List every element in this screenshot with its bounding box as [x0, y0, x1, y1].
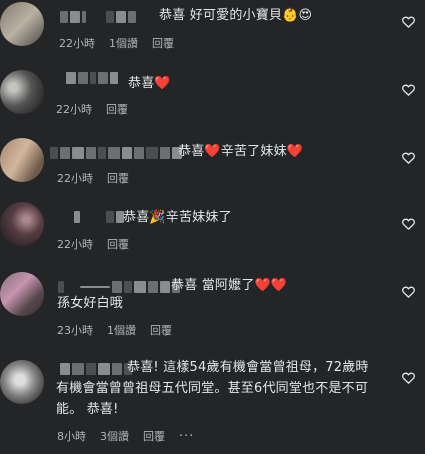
comment-text-line-2: 有機會當曾曾祖母五代同堂。甚至6代同堂也不是不可 — [56, 381, 369, 396]
comment-item: 恭喜❤️ 22小時 回覆 — [0, 64, 425, 128]
avatar[interactable] — [0, 2, 44, 46]
blurred-username[interactable] — [58, 280, 180, 294]
more-options-icon[interactable]: ··· — [179, 429, 194, 444]
comment-time: 22小時 — [56, 103, 92, 116]
comment-time: 22小時 — [59, 37, 95, 50]
blurred-username[interactable] — [66, 71, 118, 85]
comment-meta: 8小時 3個讚 回覆 ··· — [57, 428, 194, 444]
reply-link[interactable]: 回覆 — [107, 170, 129, 186]
like-count[interactable]: 1個讚 — [107, 322, 136, 338]
comment-meta: 22小時 回覆 — [56, 101, 128, 117]
avatar[interactable] — [0, 272, 44, 316]
reply-link[interactable]: 回覆 — [106, 101, 128, 117]
comment-time: 22小時 — [57, 172, 93, 185]
blurred-username[interactable] — [60, 10, 136, 24]
blurred-username[interactable] — [50, 146, 182, 160]
blurred-username[interactable] — [74, 210, 124, 224]
comment-item: 恭喜 好可愛的小寶貝👶😍 22小時 1個讚 回覆 — [0, 0, 425, 60]
reply-link[interactable]: 回覆 — [152, 35, 174, 51]
comment-time: 8小時 — [57, 430, 86, 443]
comment-time: 23小時 — [57, 324, 93, 337]
comment-text-line-2: 孫女好白哦 — [57, 296, 124, 311]
reply-link[interactable]: 回覆 — [150, 322, 172, 338]
comment-meta: 22小時 回覆 — [57, 170, 129, 186]
comment-text-line-1: 恭喜! 這樣54歲有機會當曾祖母，72歲時 — [127, 360, 369, 375]
blurred-username[interactable] — [60, 362, 132, 376]
comment-meta: 23小時 1個讚 回覆 — [57, 322, 172, 338]
comment-item: 恭喜❤️辛苦了妹妹❤️ 22小時 回覆 — [0, 134, 425, 198]
avatar[interactable] — [0, 70, 44, 114]
like-count[interactable]: 3個讚 — [100, 428, 129, 444]
heart-outline-icon[interactable] — [402, 152, 415, 164]
comment-text: 恭喜🎉辛苦妹妹了 — [123, 210, 232, 225]
like-count[interactable]: 1個讚 — [109, 35, 138, 51]
comment-meta: 22小時 1個讚 回覆 — [59, 35, 174, 51]
heart-outline-icon[interactable] — [402, 286, 415, 298]
heart-outline-icon[interactable] — [402, 218, 415, 230]
comment-text: 恭喜 好可愛的小寶貝👶😍 — [159, 8, 313, 23]
heart-outline-icon[interactable] — [402, 16, 415, 28]
comment-text: 恭喜❤️辛苦了妹妹❤️ — [178, 144, 304, 159]
avatar[interactable] — [0, 202, 44, 246]
comment-item: 恭喜 當阿嬤了❤️❤️ 孫女好白哦 23小時 1個讚 回覆 — [0, 268, 425, 342]
reply-link[interactable]: 回覆 — [107, 236, 129, 252]
comment-text-line-1: 恭喜 當阿嬤了❤️❤️ — [171, 278, 288, 293]
heart-outline-icon[interactable] — [402, 372, 415, 384]
comment-item: 恭喜🎉辛苦妹妹了 22小時 回覆 — [0, 200, 425, 264]
comment-time: 22小時 — [57, 238, 93, 251]
comment-text-line-3: 能。 恭喜! — [56, 402, 119, 417]
reply-link[interactable]: 回覆 — [143, 428, 165, 444]
comment-meta: 22小時 回覆 — [57, 236, 129, 252]
comment-text: 恭喜❤️ — [128, 76, 171, 91]
avatar[interactable] — [0, 138, 44, 182]
heart-outline-icon[interactable] — [402, 84, 415, 96]
comment-item: 恭喜! 這樣54歲有機會當曾祖母，72歲時 有機會當曾曾祖母五代同堂。甚至6代同… — [0, 352, 425, 454]
avatar[interactable] — [0, 360, 44, 404]
